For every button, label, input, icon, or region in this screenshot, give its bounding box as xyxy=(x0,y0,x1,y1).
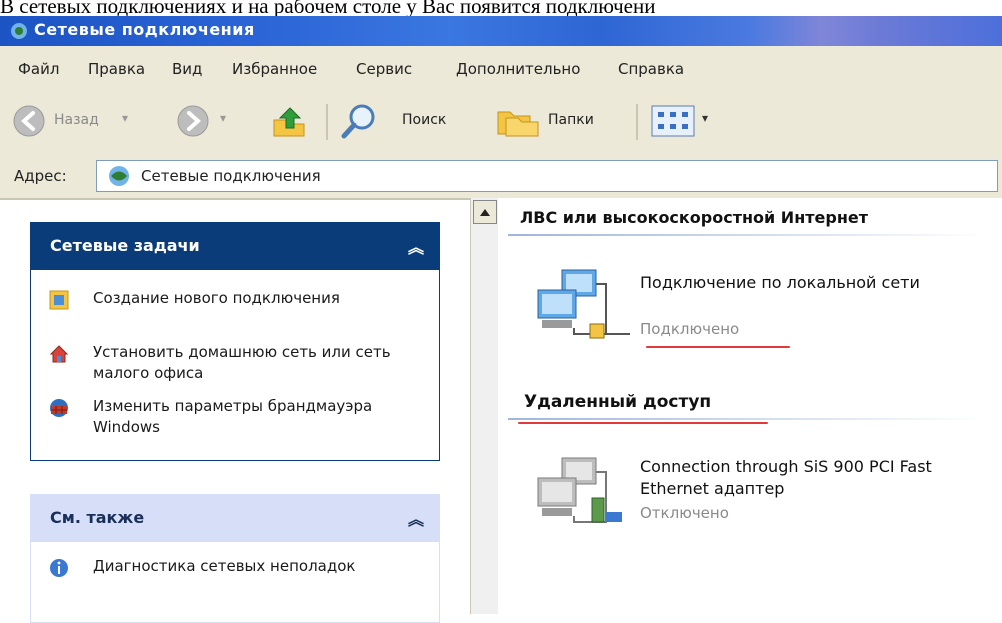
menu-advanced[interactable]: Дополнительно xyxy=(456,60,580,78)
search-label: Поиск xyxy=(402,112,447,128)
toolbar-separator xyxy=(636,104,638,140)
see-also-body: Диагностика сетевых неполадок xyxy=(30,542,440,623)
back-arrow-icon xyxy=(13,105,45,137)
views-dropdown-icon[interactable]: ▾ xyxy=(702,111,708,125)
group-header: Удаленный доступ xyxy=(524,392,712,412)
menu-help[interactable]: Справка xyxy=(618,60,684,78)
toolbar-separator xyxy=(326,104,328,140)
menu-favorites[interactable]: Избранное xyxy=(232,60,317,78)
collapse-chevron-icon[interactable]: ︽ xyxy=(408,506,426,529)
connection-item[interactable]: Подключение по локальной сети Подключено xyxy=(534,264,984,354)
back-button[interactable]: Назад ▾ xyxy=(12,104,162,138)
task-label: Создание нового подключения xyxy=(93,289,340,307)
vertical-scrollbar[interactable] xyxy=(470,198,500,614)
group-divider xyxy=(508,234,988,236)
network-connections-icon xyxy=(109,166,129,186)
network-tasks-header[interactable]: Сетевые задачи ︽ xyxy=(30,222,440,270)
menu-file[interactable]: Файл xyxy=(18,60,59,78)
new-connection-icon xyxy=(49,290,69,310)
folders-button[interactable]: Папки xyxy=(496,102,626,140)
info-icon xyxy=(50,559,68,577)
menu-tools[interactable]: Сервис xyxy=(356,60,412,78)
up-folder-icon[interactable] xyxy=(270,102,310,142)
network-connections-icon xyxy=(11,23,27,39)
caption-text: В сетевых подключениях и на рабочем стол… xyxy=(0,0,656,16)
forward-dropdown-icon[interactable]: ▾ xyxy=(220,111,226,125)
task-label: Изменить параметры брандмауэра Windows xyxy=(93,397,373,436)
task-diagnostics[interactable]: Диагностика сетевых неполадок xyxy=(49,556,419,600)
views-button[interactable]: ▾ xyxy=(650,104,720,138)
lan-connection-icon xyxy=(537,269,630,339)
folders-icon xyxy=(497,111,539,137)
group-header: ЛВС или высокоскоростной Интернет xyxy=(520,208,868,227)
network-tasks-title: Сетевые задачи xyxy=(50,236,200,255)
network-tasks-body: Создание нового подключения Установить д… xyxy=(30,270,440,461)
dialup-connection-icon xyxy=(537,457,622,523)
connection-status: Отключено xyxy=(640,504,729,522)
task-label: Диагностика сетевых неполадок xyxy=(93,557,356,575)
folders-label: Папки xyxy=(548,112,594,128)
task-new-connection[interactable]: Создание нового подключения xyxy=(49,288,419,332)
see-also-header[interactable]: См. также ︽ xyxy=(30,494,440,542)
connection-name: Connection through SiS 900 PCI Fast Ethe… xyxy=(640,457,932,498)
task-label: Установить домашнюю сеть или сеть малого… xyxy=(93,343,391,382)
window-title: Сетевые подключения xyxy=(34,20,255,39)
task-home-network[interactable]: Установить домашнюю сеть или сеть малого… xyxy=(49,342,419,386)
title-bar: Сетевые подключения xyxy=(0,16,1002,46)
menu-bar: Файл Правка Вид Избранное Сервис Дополни… xyxy=(0,46,1002,93)
network-tasks-panel: Сетевые задачи ︽ Создание нового подключ… xyxy=(30,222,440,461)
forward-button[interactable]: ▾ xyxy=(176,104,236,138)
connection-status: Подключено xyxy=(640,320,740,338)
task-pane: Сетевые задачи ︽ Создание нового подключ… xyxy=(0,200,470,623)
collapse-chevron-icon[interactable]: ︽ xyxy=(408,234,426,257)
see-also-title: См. также xyxy=(50,508,145,527)
back-label: Назад xyxy=(54,112,99,128)
connection-name: Подключение по локальной сети xyxy=(640,273,920,292)
red-underline-annotation xyxy=(518,422,768,424)
address-bar: Адрес: Сетевые подключения xyxy=(0,152,1002,200)
search-button[interactable]: Поиск xyxy=(340,102,470,140)
address-field[interactable]: Сетевые подключения xyxy=(96,160,998,192)
connection-item[interactable]: Connection through SiS 900 PCI Fast Ethe… xyxy=(534,452,984,542)
scroll-up-button[interactable] xyxy=(473,200,497,224)
views-icon xyxy=(651,105,695,137)
menu-edit[interactable]: Правка xyxy=(88,60,145,78)
address-value: Сетевые подключения xyxy=(141,167,321,185)
magnifier-icon xyxy=(341,104,375,139)
firewall-icon xyxy=(50,399,68,417)
content-pane: ЛВС или высокоскоростной Интернет Подклю… xyxy=(498,198,1002,614)
address-label: Адрес: xyxy=(14,167,67,185)
group-divider xyxy=(508,418,988,420)
task-firewall[interactable]: Изменить параметры брандмауэра Windows xyxy=(49,396,419,440)
see-also-panel: См. также ︽ Диагностика сетевых неполадо… xyxy=(30,494,440,623)
forward-arrow-icon xyxy=(177,105,209,137)
menu-view[interactable]: Вид xyxy=(172,60,202,78)
home-network-icon xyxy=(49,345,69,363)
red-underline-annotation xyxy=(646,346,790,348)
back-dropdown-icon[interactable]: ▾ xyxy=(122,111,128,125)
toolbar: Назад ▾ ▾ Поиск Папки ▾ xyxy=(0,92,1002,153)
arrow-up-icon xyxy=(480,209,490,216)
